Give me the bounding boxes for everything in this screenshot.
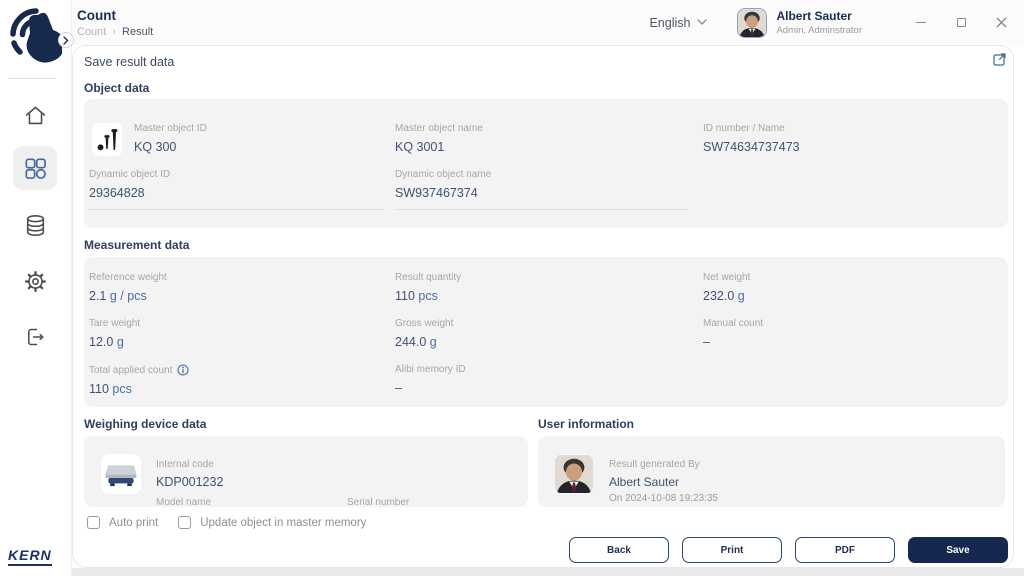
master-object-name-field: Master object name KQ 3001: [395, 123, 700, 156]
chevron-down-icon: [697, 19, 707, 26]
model-name-label: Model name: [156, 497, 211, 507]
auto-print-checkbox[interactable]: [87, 516, 100, 529]
expand-icon[interactable]: [993, 52, 1008, 67]
maximize-icon[interactable]: [954, 16, 968, 30]
user-avatar: [737, 8, 767, 38]
sidebar-item-home[interactable]: [13, 93, 57, 137]
dynamic-object-id-input[interactable]: 29364828: [89, 186, 384, 200]
actions-row: Back Print PDF Save: [84, 537, 1008, 563]
user-information-card: Result generated By Albert Sauter On 202…: [538, 436, 1005, 507]
page-title: Count: [77, 8, 153, 23]
weighing-device-image: [101, 454, 141, 494]
result-generated-on: On 2024-10-08 19:23:35: [609, 493, 718, 504]
master-object-id-label: Master object ID: [134, 123, 207, 134]
reference-weight-field: Reference weight 2.1 g / pcs: [89, 272, 395, 304]
result-generated-by-value: Albert Sauter: [609, 475, 718, 489]
count-app-logo-icon: [8, 6, 62, 70]
master-object-name-value: KQ 3001: [395, 140, 700, 154]
apps-grid-icon: [23, 156, 48, 181]
sidebar-divider: [8, 78, 56, 79]
minimize-icon[interactable]: [914, 16, 928, 30]
language-label: English: [649, 16, 690, 30]
internal-code-value: KDP001232: [156, 475, 528, 489]
update-object-checkbox[interactable]: [178, 516, 191, 529]
sidebar-item-logout[interactable]: [13, 315, 57, 359]
gross-weight-field: Gross weight 244.0 g: [395, 318, 700, 350]
internal-code-label: Internal code: [156, 459, 214, 470]
options-row: Auto print Update object in master memor…: [87, 515, 1008, 530]
breadcrumb: Count › Result: [77, 26, 153, 38]
result-panel: Save result data Object data: [72, 45, 1014, 568]
dynamic-object-name-input[interactable]: SW937467374: [395, 186, 688, 200]
window-controls: [914, 16, 1008, 30]
net-weight-field: Net weight 232.0 g: [700, 272, 1008, 304]
logout-icon: [23, 325, 47, 349]
sidebar: KERN: [0, 0, 72, 576]
alibi-memory-id-field: Alibi memory ID –: [395, 364, 700, 396]
id-number-label: ID number / Name: [703, 123, 785, 134]
back-button[interactable]: Back: [569, 537, 669, 563]
breadcrumb-root[interactable]: Count: [77, 26, 106, 38]
total-applied-count-field: Total applied count 110 pcs: [89, 364, 395, 396]
update-object-label: Update object in master memory: [200, 517, 366, 529]
breadcrumb-separator: ›: [112, 26, 116, 38]
gear-icon: [23, 269, 48, 294]
object-data-title: Object data: [84, 81, 1008, 96]
kern-logo: KERN: [8, 547, 52, 566]
weighing-device-card: Internal code KDP001232 Model name Seria…: [84, 436, 528, 507]
header: Count Count › Result English Albert Sauter…: [72, 0, 1024, 45]
dynamic-object-id-label: Dynamic object ID: [89, 169, 170, 180]
language-selector[interactable]: English: [649, 16, 707, 30]
object-data-card: Master object ID KQ 300 Master object na…: [84, 99, 1008, 228]
result-user-avatar: [555, 454, 593, 494]
print-button[interactable]: Print: [682, 537, 782, 563]
database-icon: [23, 213, 48, 238]
sidebar-item-database[interactable]: [13, 203, 57, 247]
user-profile-chip[interactable]: Albert Sauter Admin, Adminstrator: [737, 8, 862, 38]
breadcrumb-current: Result: [122, 26, 153, 38]
user-role: Admin, Adminstrator: [776, 25, 862, 36]
result-quantity-field: Result quantity 110 pcs: [395, 272, 700, 304]
measurement-data-title: Measurement data: [84, 238, 1008, 253]
auto-print-label: Auto print: [109, 517, 158, 529]
sidebar-expand-toggle[interactable]: [58, 32, 74, 48]
save-button[interactable]: Save: [908, 537, 1008, 563]
header-titles: Count Count › Result: [77, 8, 153, 38]
master-object-id-value: KQ 300: [134, 140, 207, 154]
dynamic-object-name-field: Dynamic object name SW937467374: [395, 169, 700, 210]
tare-weight-field: Tare weight 12.0 g: [89, 318, 395, 350]
sidebar-item-settings[interactable]: [13, 259, 57, 303]
weighing-device-data-title: Weighing device data: [84, 417, 528, 432]
user-name: Albert Sauter: [776, 9, 862, 23]
master-object-field: Master object ID KQ 300: [89, 123, 395, 156]
home-icon: [23, 103, 48, 128]
master-object-name-label: Master object name: [395, 123, 483, 134]
id-number-field: ID number / Name SW74634737473: [700, 123, 1008, 156]
serial-number-label: Serial number: [347, 497, 409, 507]
result-generated-by-label: Result generated By: [609, 459, 700, 470]
panel-title: Save result data: [84, 55, 174, 69]
manual-count-field: Manual count –: [700, 318, 1008, 350]
id-number-value: SW74634737473: [703, 140, 1008, 154]
pdf-button[interactable]: PDF: [795, 537, 895, 563]
user-information-title: User information: [538, 417, 634, 432]
close-icon[interactable]: [994, 16, 1008, 30]
dynamic-object-name-label: Dynamic object name: [395, 169, 491, 180]
measurement-data-card: Reference weight 2.1 g / pcs Result quan…: [84, 257, 1008, 407]
screws-image: [92, 123, 122, 156]
dynamic-object-id-field: Dynamic object ID 29364828: [89, 169, 395, 210]
info-circle-icon[interactable]: [177, 364, 189, 376]
window-bottom-edge: [66, 568, 1024, 576]
sidebar-item-apps[interactable]: [13, 146, 57, 190]
